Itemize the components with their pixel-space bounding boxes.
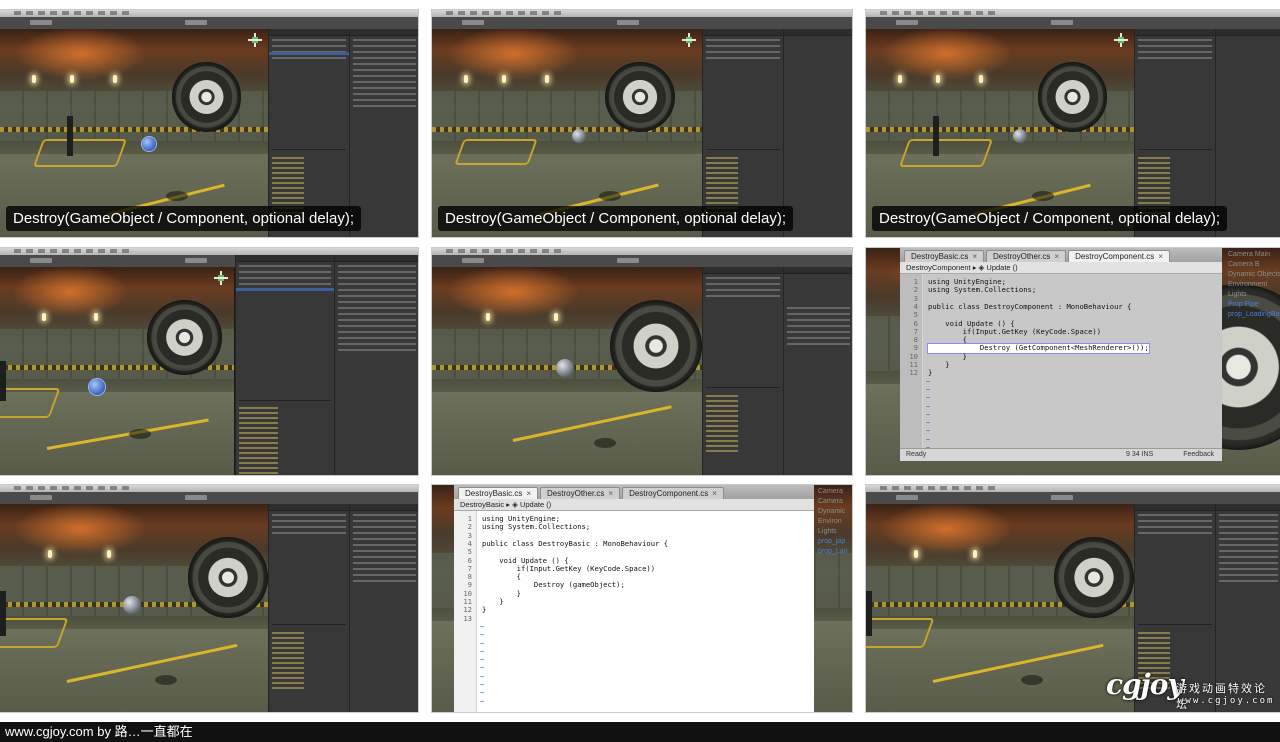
watermark-url: www.cgjoy.com (1178, 696, 1275, 706)
video-frame-4 (0, 248, 418, 475)
sphere-object[interactable] (556, 358, 575, 377)
footer-credit: www.cgjoy.com by 路…一直都在 (5, 724, 193, 739)
code-line[interactable]: 2 using System.Collections; (900, 285, 1222, 294)
code-line[interactable]: 12} (454, 605, 814, 614)
video-frame-5 (432, 248, 852, 475)
cgjoy-watermark: cgjoy 游戏动画特效论坛 www.cgjoy.com (1106, 668, 1278, 712)
code-line[interactable]: 11 } (900, 360, 1222, 369)
status-bar: Ready 9 34 INS Feedback (900, 448, 1222, 461)
editor-tabs: DestroyBasic.cs × DestroyOther.cs × Destro… (900, 248, 1222, 263)
scene-gizmo-icon[interactable] (682, 33, 696, 47)
cgjoy-logo: cgjoy (1106, 668, 1184, 701)
code-area[interactable]: 1 using UnityEngine; 2 using System.Collect… (900, 274, 1222, 460)
hierarchy-panel[interactable] (702, 267, 783, 475)
selected-sphere[interactable] (142, 137, 157, 152)
hierarchy-list: Camera Main Camera B Dynamic Objects Envir… (1228, 251, 1280, 318)
code-line[interactable]: 11 } (454, 597, 814, 606)
inspector-panel[interactable] (334, 255, 418, 475)
code-caption: Destroy(GameObject / Component, optional… (872, 206, 1227, 231)
scene-gizmo-icon[interactable] (1114, 33, 1128, 47)
hierarchy-list: Camera Camera Dynamic Environ Lights prop_p… (818, 488, 848, 555)
video-frame-2: Destroy(GameObject / Component, optional… (432, 10, 852, 237)
game-scene-view[interactable] (432, 267, 702, 475)
game-scene-view[interactable] (0, 267, 234, 475)
code-line[interactable]: 4 public class DestroyComponent : MonoBeh… (900, 302, 1222, 311)
monodevelop-editor[interactable]: DestroyBasic.cs × DestroyOther.cs × Destro… (454, 485, 814, 712)
breadcrumb[interactable]: DestroyComponent ▸ ◈ Update () (900, 262, 1222, 274)
video-frame-7 (0, 485, 418, 712)
code-caption: Destroy(GameObject / Component, optional… (438, 206, 793, 231)
code-line[interactable]: 10 } (454, 589, 814, 598)
sphere-object[interactable] (123, 595, 142, 614)
code-line[interactable]: 12} (900, 368, 1222, 377)
game-scene-view[interactable] (866, 504, 1134, 712)
video-frame-6: Camera Main Camera B Dynamic Objects Envir… (866, 248, 1280, 475)
feedback-button[interactable]: Feedback (1183, 449, 1214, 461)
code-area[interactable]: 1 using UnityEngine; 2 using System.Collect… (454, 511, 814, 712)
hierarchy-panel[interactable] (268, 504, 349, 712)
code-line[interactable]: 2 using System.Collections; (454, 522, 814, 531)
scene-gizmo-icon[interactable] (248, 33, 262, 47)
inspector-panel[interactable] (783, 267, 852, 475)
monodevelop-editor[interactable]: DestroyBasic.cs × DestroyOther.cs × Destro… (900, 248, 1222, 461)
scene-gizmo-icon[interactable] (214, 271, 228, 285)
footer-bar: www.cgjoy.com by 路…一直都在 (0, 722, 1280, 742)
breadcrumb[interactable]: DestroyBasic ▸ ◈ Update () (454, 499, 814, 511)
code-line[interactable]: 13 (454, 614, 814, 623)
game-scene-view[interactable] (0, 504, 268, 712)
code-line[interactable]: 4 public class DestroyBasic : MonoBehavio… (454, 539, 814, 548)
hierarchy-panel[interactable] (235, 255, 334, 475)
video-frame-1: Destroy(GameObject / Component, optional… (0, 10, 418, 237)
inspector-panel[interactable] (783, 29, 852, 237)
code-caption: Destroy(GameObject / Component, optional… (6, 206, 361, 231)
video-frame-8: Camera Camera Dynamic Environ Lights prop_p… (432, 485, 852, 712)
editor-tabs: DestroyBasic.cs × DestroyOther.cs × Destro… (454, 485, 814, 500)
video-frame-3: Destroy(GameObject / Component, optional… (866, 10, 1280, 237)
inspector-panel[interactable] (349, 504, 418, 712)
fan-prop (171, 62, 242, 132)
menu-bar (0, 10, 418, 17)
